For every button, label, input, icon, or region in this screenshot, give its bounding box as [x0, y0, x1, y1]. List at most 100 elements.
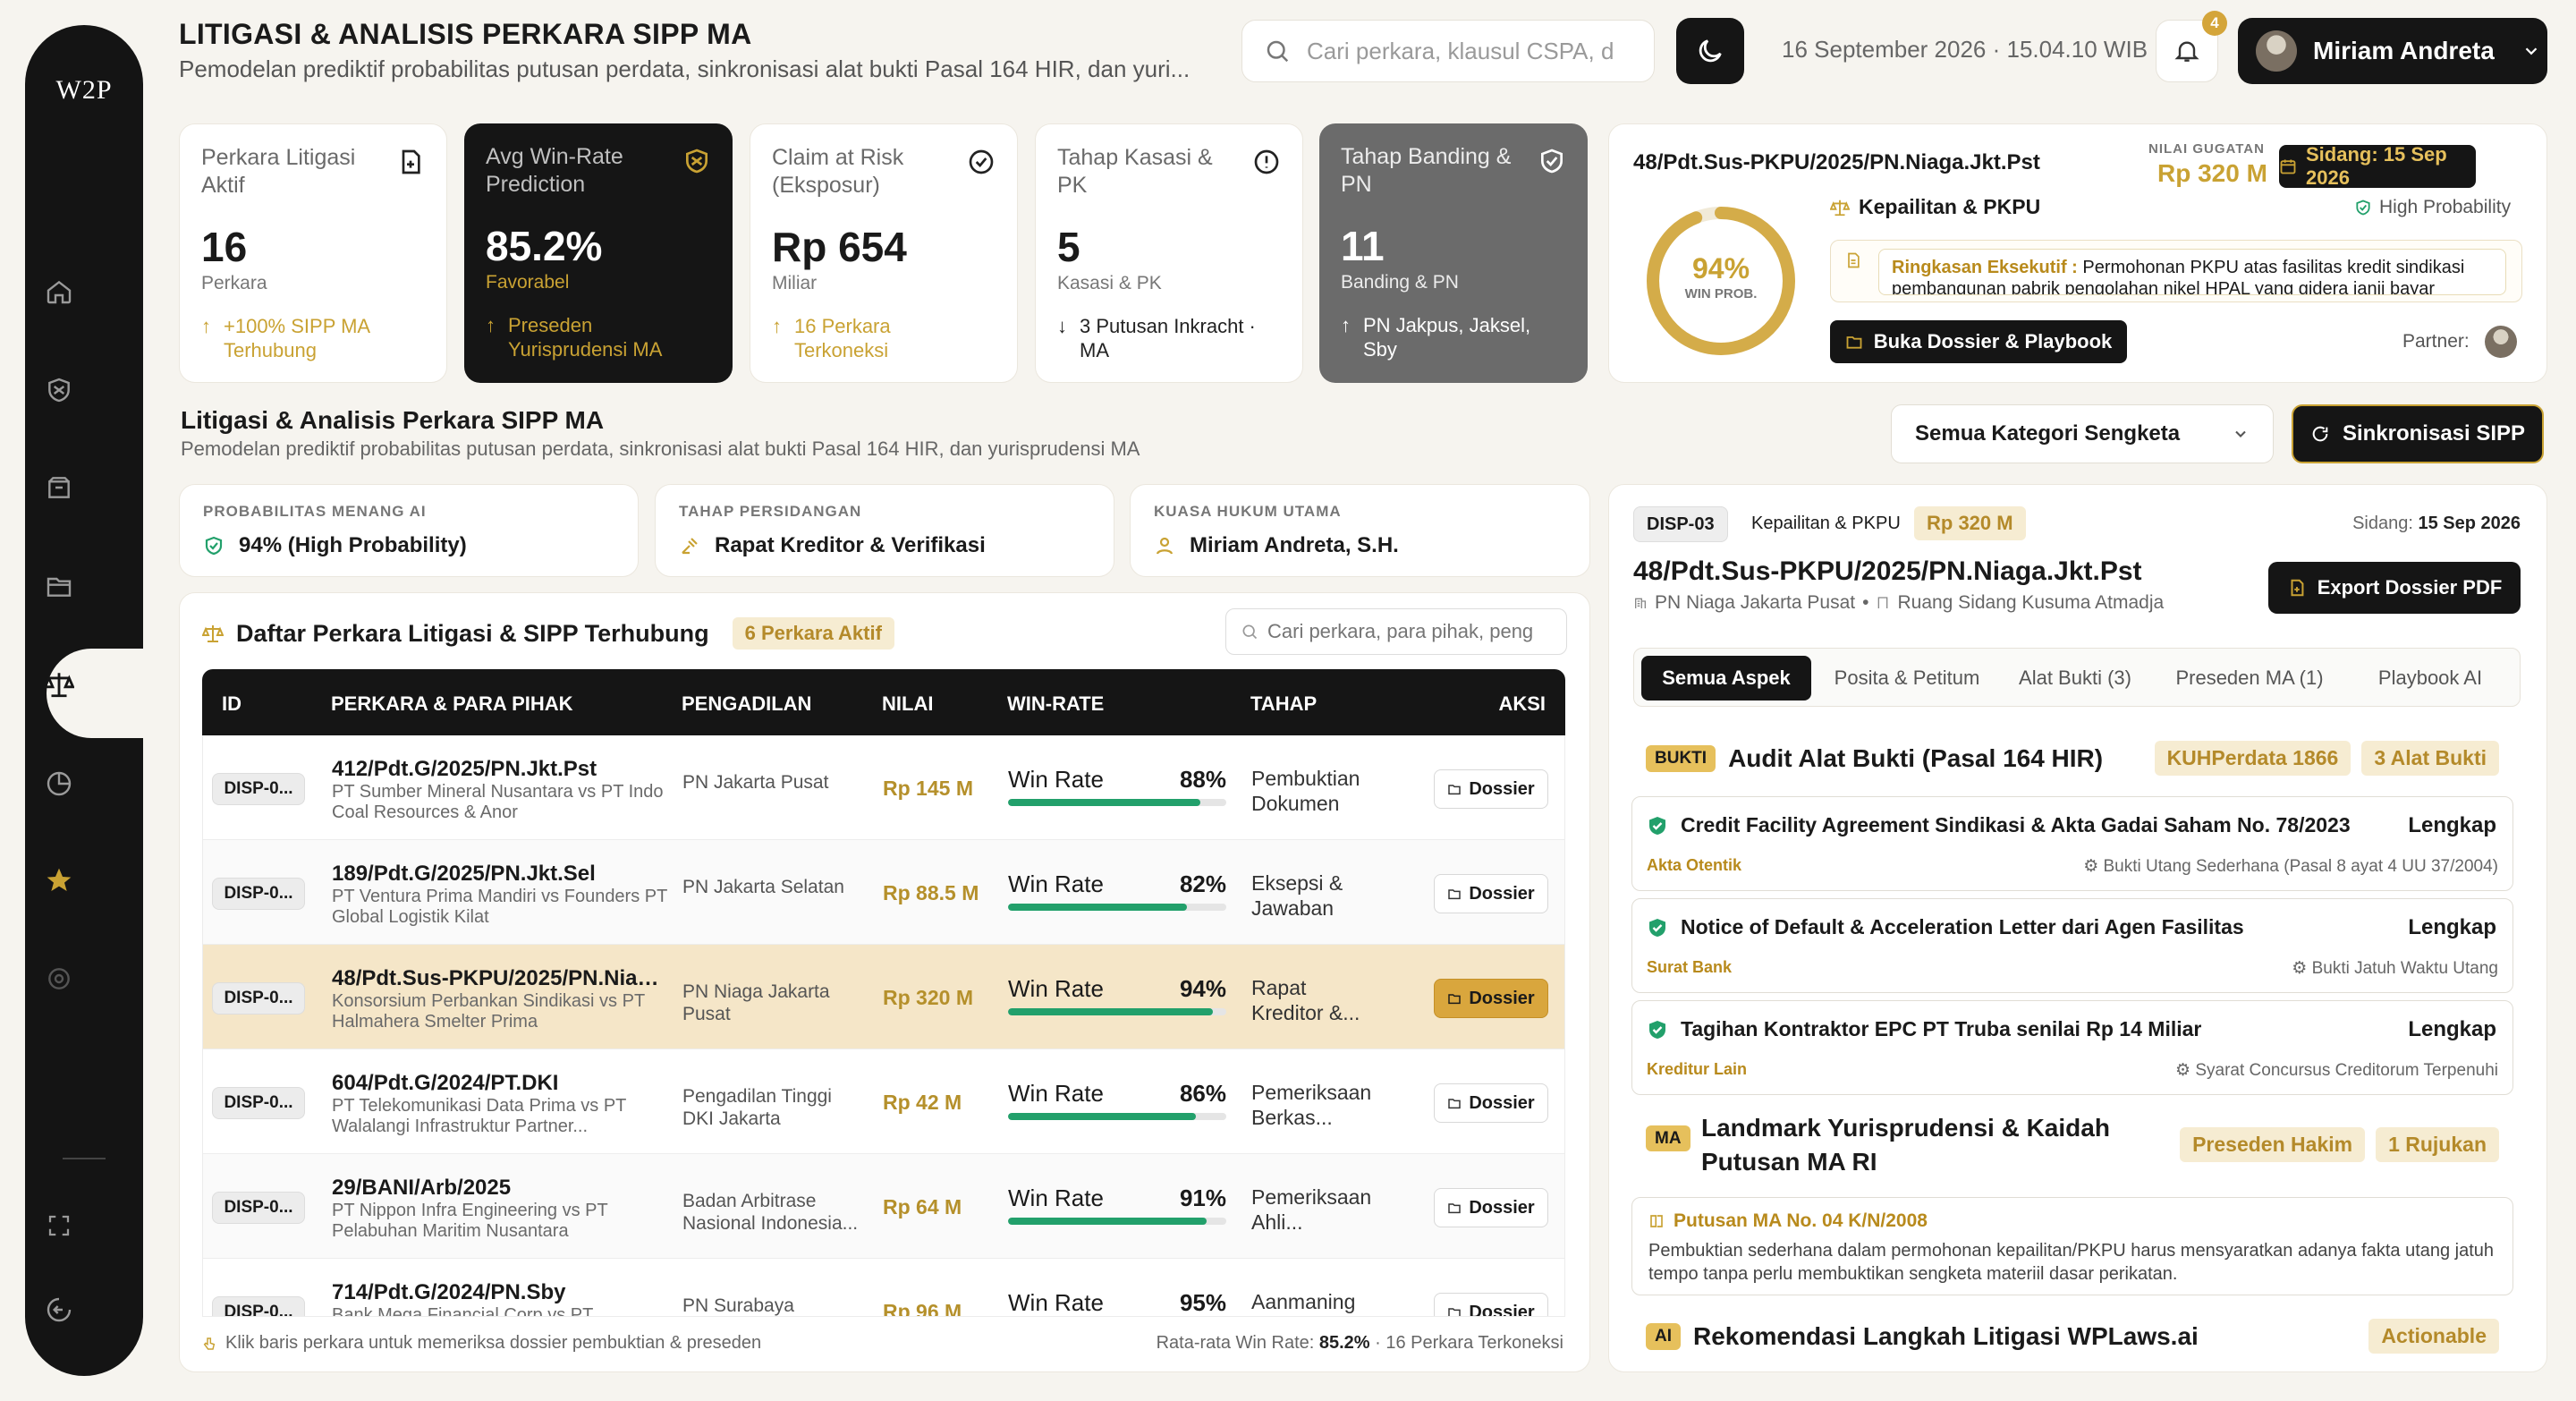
- row-wr: 95%: [1179, 1289, 1226, 1316]
- ai-section-header: AI Rekomendasi Langkah Litigasi WPLaws.a…: [1646, 1322, 2199, 1351]
- home-icon[interactable]: [41, 274, 77, 310]
- evidence-item[interactable]: Credit Facility Agreement Sindikasi & Ak…: [1631, 796, 2513, 891]
- kpi-value: 5: [1057, 224, 1080, 270]
- evidence-ref-text: Syarat Concursus Creditorum Terpenuhi: [2195, 1061, 2498, 1080]
- footer-hint-text: Klik baris perkara untuk memeriksa dossi…: [225, 1333, 762, 1353]
- dossier-label: Dossier: [1469, 1302, 1535, 1317]
- scale-icon: [202, 623, 224, 644]
- open-dossier-label: Buka Dossier & Playbook: [1873, 330, 2113, 352]
- row-amount: Rp 320 M: [883, 986, 973, 1009]
- row-wr-label: Win Rate: [1008, 975, 1104, 1002]
- col-action: AKSI: [1498, 692, 1546, 715]
- table-row[interactable]: DISP-0... 412/Pdt.G/2025/PN.Jkt.Pst PT Su…: [203, 735, 1564, 840]
- row-wr: 86%: [1179, 1080, 1226, 1107]
- evidence-title: Tagihan Kontraktor EPC PT Truba senilai …: [1681, 1017, 2202, 1040]
- tab-evidence[interactable]: Alat Bukti (3): [2001, 656, 2149, 700]
- open-dossier-button[interactable]: Buka Dossier & Playbook: [1830, 320, 2127, 363]
- kpi-card-active-cases[interactable]: Perkara Litigasi Aktif 16 Perkara ↑ +100%…: [179, 123, 447, 383]
- jurisprudence-card[interactable]: Putusan MA No. 04 K/N/2008 Pembuktian se…: [1631, 1197, 2513, 1295]
- tab-precedent[interactable]: Preseden MA (1): [2162, 656, 2337, 700]
- evidence-ref-text: Bukti Jatuh Waktu Utang: [2311, 959, 2498, 978]
- sync-label: Sinkronisasi SIPP: [2342, 421, 2526, 446]
- global-search[interactable]: [1241, 20, 1655, 82]
- theme-toggle-button[interactable]: [1676, 18, 1744, 84]
- sync-sipp-button[interactable]: Sinkronisasi SIPP: [2292, 404, 2544, 463]
- shield-check-icon: [203, 535, 225, 556]
- dossier-button[interactable]: Dossier: [1434, 1083, 1548, 1123]
- evidence-badge: BUKTI: [1646, 745, 1716, 772]
- moon-icon: [1695, 36, 1725, 66]
- evidence-ref: ⚙ Bukti Jatuh Waktu Utang: [2292, 959, 2498, 978]
- section-title: Litigasi & Analisis Perkara SIPP MA: [181, 406, 605, 434]
- partner-avatar[interactable]: [2485, 326, 2517, 358]
- kpi-card-banding[interactable]: Tahap Banding & PN 11 Banding & PN ↑ PN J…: [1319, 123, 1588, 383]
- row-court: PN Jakarta Pusat: [682, 772, 829, 793]
- user-name: Miriam Andreta: [2313, 37, 2495, 64]
- kpi-label: Tahap Kasasi & PK: [1057, 145, 1213, 198]
- table-row[interactable]: DISP-0... 714/Pdt.G/2024/PN.Sby Bank Mega…: [203, 1259, 1564, 1317]
- logout-icon[interactable]: [41, 1292, 77, 1328]
- tab-all-aspects[interactable]: Semua Aspek: [1641, 656, 1811, 700]
- row-id: DISP-0...: [212, 773, 305, 805]
- folder-icon: [1845, 333, 1863, 351]
- table-row[interactable]: DISP-0... 189/Pdt.G/2025/PN.Jkt.Sel PT Ve…: [203, 840, 1564, 945]
- dossier-button[interactable]: Dossier: [1434, 874, 1548, 913]
- panel-court: PN Niaga Jakarta Pusat: [1655, 592, 1856, 613]
- table-row[interactable]: DISP-0... 29/BANI/Arb/2025 PT Nippon Infr…: [203, 1154, 1564, 1259]
- row-stage: Pemeriksaan Berkas...: [1251, 1081, 1372, 1129]
- panel-amount: Rp 320 M: [1914, 506, 2026, 540]
- kpi-unit: Favorabel: [486, 272, 570, 293]
- hearing-chip[interactable]: Sidang: 15 Sep 2026: [2279, 143, 2476, 189]
- row-wr-bar: [1008, 1008, 1226, 1015]
- dossier-button[interactable]: Dossier: [1434, 1293, 1548, 1317]
- row-amount: Rp 64 M: [883, 1195, 962, 1218]
- case-category: Kepailitan & PKPU: [1830, 195, 2040, 219]
- table-row[interactable]: DISP-0... 604/Pdt.G/2024/PT.DKI PT Teleko…: [203, 1049, 1564, 1154]
- dossier-button[interactable]: Dossier: [1434, 769, 1548, 809]
- kpi-foot: 3 Putusan Inkracht · MA: [1080, 315, 1256, 361]
- kpi-value: 11: [1341, 223, 1385, 269]
- user-menu[interactable]: Miriam Andreta: [2238, 18, 2547, 84]
- dossier-label: Dossier: [1469, 988, 1535, 1008]
- archive-icon[interactable]: [41, 470, 77, 505]
- category-select[interactable]: Semua Kategori Sengketa: [1891, 404, 2274, 463]
- active-cases-badge: 6 Perkara Aktif: [732, 617, 894, 650]
- expand-icon[interactable]: [41, 1208, 77, 1244]
- search-input[interactable]: [1307, 37, 1629, 65]
- folder-icon[interactable]: [41, 568, 77, 604]
- star-icon[interactable]: [41, 862, 77, 898]
- table-body: DISP-0... 412/Pdt.G/2025/PN.Jkt.Pst PT Su…: [202, 735, 1565, 1317]
- kpi-value: 16: [201, 224, 248, 270]
- search-icon: [1264, 38, 1291, 64]
- table-search[interactable]: [1225, 608, 1567, 655]
- calendar-icon: [2279, 157, 2297, 175]
- evidence-status: Lengkap: [2408, 915, 2496, 939]
- user-icon: [1154, 535, 1175, 556]
- dossier-button[interactable]: Dossier: [1434, 979, 1548, 1018]
- info-value: 94% (High Probability): [239, 533, 467, 557]
- logo[interactable]: W2P: [52, 75, 116, 106]
- evidence-item[interactable]: Notice of Default & Acceleration Letter …: [1631, 898, 2513, 993]
- evidence-item[interactable]: Tagihan Kontraktor EPC PT Truba senilai …: [1631, 1000, 2513, 1095]
- tab-playbook[interactable]: Playbook AI: [2350, 656, 2511, 700]
- chart-pie-icon[interactable]: [41, 766, 77, 802]
- row-case: 412/Pdt.G/2025/PN.Jkt.Pst: [332, 757, 597, 781]
- table-row-selected[interactable]: DISP-0... 48/Pdt.Sus-PKPU/2025/PN.Niaga.…: [203, 945, 1564, 1049]
- arrow-up-icon: ↑: [201, 315, 211, 337]
- shield-icon[interactable]: [41, 372, 77, 408]
- hearing-date: 15 Sep 2026: [2418, 514, 2521, 533]
- kpi-card-win-rate[interactable]: Avg Win-Rate Prediction 85.2% Favorabel …: [464, 123, 733, 383]
- dossier-button[interactable]: Dossier: [1434, 1188, 1548, 1227]
- table-search-input[interactable]: [1267, 620, 1554, 643]
- scale-icon[interactable]: [41, 667, 77, 702]
- footer-avg-suffix: · 16 Perkara Terkoneksi: [1375, 1333, 1563, 1353]
- kpi-card-claim-at-risk[interactable]: Claim at Risk (Eksposur) Rp 654 Miliar ↑…: [750, 123, 1018, 383]
- dossier-label: Dossier: [1469, 1092, 1535, 1113]
- info-key: PROBABILITAS MENANG AI: [203, 503, 427, 520]
- info-key: KUASA HUKUM UTAMA: [1154, 503, 1342, 520]
- info-value: Rapat Kreditor & Verifikasi: [715, 533, 986, 557]
- export-dossier-button[interactable]: Export Dossier PDF: [2268, 562, 2521, 614]
- settings-icon[interactable]: [41, 961, 77, 997]
- tab-posita-petitum[interactable]: Posita & Petitum: [1824, 656, 1990, 700]
- kpi-card-kasasi[interactable]: Tahap Kasasi & PK 5 Kasasi & PK ↓ 3 Putus…: [1035, 123, 1303, 383]
